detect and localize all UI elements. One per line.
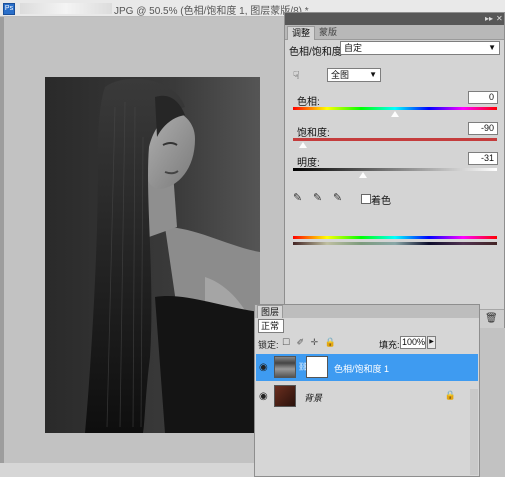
saturation-label: 饱和度:	[297, 128, 330, 139]
tab-layers[interactable]: 图层	[257, 305, 284, 318]
panel-title: 色相/饱和度	[289, 47, 342, 58]
lock-options-icons[interactable]: ☐ ✐ ✛ 🔒	[282, 337, 338, 348]
adjustments-panel: ▸▸ ✕ 调整 蒙版 色相/饱和度 自定 ▼ ☟ 全图 ▼ 色相: 0 饱和度:…	[284, 12, 505, 328]
layer-mask-thumbnail[interactable]	[306, 356, 328, 378]
layer-row-adjustment[interactable]: ◉ ⛓ 色相/饱和度 1	[256, 354, 478, 381]
lock-label: 锁定:	[258, 340, 279, 350]
hue-slider-track[interactable]	[293, 107, 497, 110]
photoshop-icon: Ps	[3, 3, 15, 15]
blend-mode-select[interactable]: 正常	[258, 319, 284, 333]
preset-select[interactable]: 自定 ▼	[340, 41, 500, 55]
lock-icon: 🔒	[444, 390, 456, 400]
portrait-photo	[45, 77, 260, 433]
trash-icon[interactable]: 🗑	[485, 313, 498, 324]
tab-masks[interactable]: 蒙版	[315, 26, 341, 39]
panel-header[interactable]: ▸▸ ✕	[285, 13, 504, 25]
lightness-label: 明度:	[297, 158, 320, 169]
adjustments-tabs: 调整 蒙版	[285, 25, 504, 40]
lightness-slider-track[interactable]	[293, 168, 497, 171]
layer-name: 色相/饱和度 1	[334, 364, 390, 374]
lightness-slider-thumb[interactable]	[359, 172, 368, 178]
layer-row-background[interactable]: ◉ 背景 🔒	[256, 383, 478, 410]
colorize-label: 着色	[371, 196, 391, 207]
tab-adjustments[interactable]: 调整	[287, 26, 316, 40]
fill-arrow-icon[interactable]: ▶	[427, 336, 436, 349]
eye-icon[interactable]: ◉	[259, 391, 268, 402]
background-thumbnail	[274, 385, 296, 407]
hue-input[interactable]: 0	[468, 91, 498, 104]
layers-tabs: 图层	[255, 305, 479, 318]
chevron-down-icon: ▼	[488, 43, 496, 52]
input-color-ramp	[293, 236, 497, 239]
eyedropper-minus-icon[interactable]: ✎	[333, 191, 342, 204]
saturation-input[interactable]: -90	[468, 122, 498, 135]
colorize-checkbox[interactable]	[361, 194, 371, 204]
canvas-bottom-strip	[0, 463, 260, 477]
channel-value: 全图	[331, 70, 350, 80]
saturation-slider-track[interactable]	[293, 138, 497, 141]
layers-scrollbar[interactable]	[470, 389, 478, 475]
canvas-left-edge	[0, 17, 4, 465]
eyedropper-icon[interactable]: ✎	[293, 191, 302, 204]
chevron-down-icon: ▼	[369, 70, 377, 79]
blurred-filename	[20, 3, 112, 14]
layers-panel: 图层 正常 锁定: ☐ ✐ ✛ 🔒 填充: 100% ▶ ◉ ⛓ 色相/饱和度 …	[254, 304, 480, 477]
saturation-slider-thumb[interactable]	[299, 142, 308, 148]
channel-select[interactable]: 全图 ▼	[327, 68, 381, 82]
collapse-icon[interactable]: ▸▸	[485, 14, 493, 24]
document-image[interactable]	[45, 77, 260, 433]
close-icon[interactable]: ✕	[496, 14, 503, 24]
preset-value: 自定	[344, 43, 363, 53]
output-color-ramp	[293, 242, 497, 245]
adjustment-thumbnail-icon	[274, 356, 296, 378]
eye-icon[interactable]: ◉	[259, 362, 268, 373]
lightness-input[interactable]: -31	[468, 152, 498, 165]
fill-label: 填充:	[379, 340, 400, 350]
layer-name: 背景	[304, 393, 323, 403]
hue-label: 色相:	[297, 97, 320, 108]
fill-input[interactable]: 100%	[400, 336, 426, 349]
hue-slider-thumb[interactable]	[391, 111, 399, 117]
target-adjust-icon[interactable]: ☟	[293, 69, 300, 82]
document-title: JPG @ 50.5% (色相/饱和度 1, 图层蒙版/8) *	[114, 6, 309, 17]
eyedropper-plus-icon[interactable]: ✎	[313, 191, 322, 204]
